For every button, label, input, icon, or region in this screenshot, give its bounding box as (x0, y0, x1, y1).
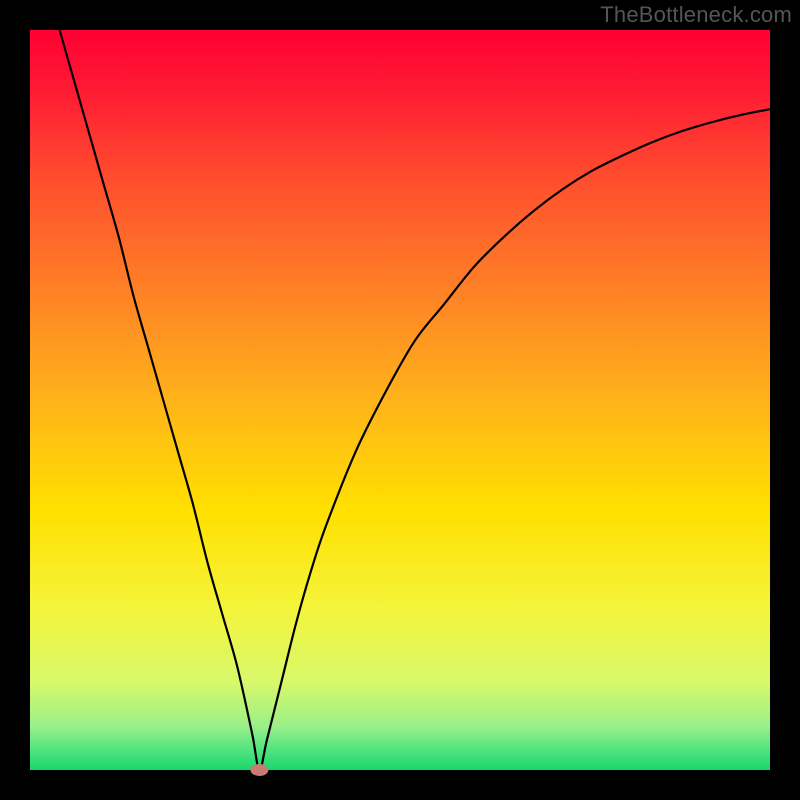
plot-area (30, 30, 770, 770)
chart-frame: TheBottleneck.com (0, 0, 800, 800)
watermark-text: TheBottleneck.com (600, 2, 792, 28)
chart-svg (0, 0, 800, 800)
min-point-marker (250, 764, 268, 776)
